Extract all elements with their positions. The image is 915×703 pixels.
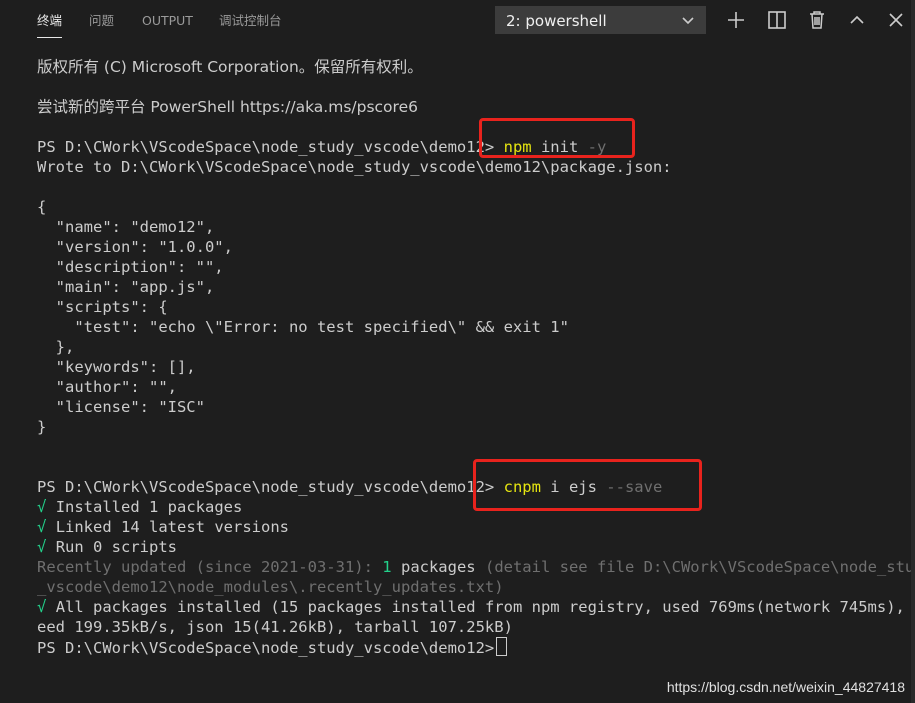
pscore-hint-text: 尝试新的跨平台 PowerShell https://aka.ms/pscore… [37,98,418,116]
run-scripts-line: √ Run 0 scripts [37,537,177,557]
recently-updated-text: Recently updated (since 2021-03-31): [37,558,373,576]
prompt-text: PS D:\CWork\VScodeSpace\node_study_vscod… [37,478,495,496]
linked-text: Linked 14 latest versions [55,518,289,536]
terminal-selector[interactable]: 2: powershell [495,6,706,34]
installed-line: √ Installed 1 packages [37,497,242,517]
prompt-text: PS D:\CWork\VScodeSpace\node_study_vscod… [37,639,495,657]
json-line: "main": "app.js", [37,278,215,296]
copyright-line: 版权所有 (C) Microsoft Corporation。保留所有权利。 [37,58,423,76]
terminal-cursor [496,637,508,656]
recent-detail: (detail see file D:\CWork\VScodeSpace\no… [484,558,915,576]
chevron-up-icon[interactable] [845,8,869,32]
close-icon[interactable] [884,8,908,32]
json-line: { [37,198,47,216]
terminal-selector-value: 2: powershell [506,12,607,30]
json-line: "version": "1.0.0", [37,238,233,256]
tab-terminal[interactable]: 终端 [37,12,63,38]
scrollbar[interactable] [911,0,915,703]
check-icon: √ [37,598,47,616]
recently-updated-path: _vscode\demo12\node_modules\.recently_up… [37,578,504,596]
check-icon: √ [37,518,47,536]
json-line: }, [37,338,75,356]
linked-line: √ Linked 14 latest versions [37,517,289,537]
prompt-text: PS D:\CWork\VScodeSpace\node_study_vscod… [37,138,495,156]
json-line: "keywords": [], [37,358,196,376]
json-line: "description": "", [37,258,224,276]
recent-count: 1 [382,558,392,576]
json-line: "scripts": { [37,298,168,316]
wrote-line: Wrote to D:\CWork\VScodeSpace\node_study… [37,158,672,176]
installed-text: Installed 1 packages [55,498,243,516]
check-icon: √ [37,538,47,556]
tab-problems[interactable]: 问题 [89,12,114,32]
watermark: https://blog.csdn.net/weixin_44827418 [666,679,905,695]
recent-packages: packages [400,558,476,576]
all-installed-text: All packages installed (15 packages inst… [55,598,915,616]
tab-output[interactable]: OUTPUT [142,12,193,32]
all-installed-line: √ All packages installed (15 packages in… [37,597,915,617]
pscore-hint-line: 尝试新的跨平台 PowerShell https://aka.ms/pscore… [37,97,418,117]
tab-debug-console[interactable]: 调试控制台 [219,12,282,32]
check-icon: √ [37,498,47,516]
json-line: } [37,418,47,436]
json-line: "test": "echo \"Error: no test specified… [37,318,569,336]
run-scripts-text: Run 0 scripts [55,538,178,556]
terminal-output[interactable]: 版权所有 (C) Microsoft Corporation。保留所有权利。 尝… [0,42,915,662]
json-line: "license": "ISC" [37,398,205,416]
panel-tab-bar: 终端 问题 OUTPUT 调试控制台 2: powershell [0,0,915,42]
chevron-down-icon [681,7,695,35]
highlight-box-npm-init [479,118,635,158]
all-installed-continued: eed 199.35kB/s, json 15(41.26kB), tarbal… [37,618,513,636]
split-icon[interactable] [765,8,789,32]
plus-icon[interactable] [724,8,748,32]
trash-icon[interactable] [805,8,829,32]
highlight-box-cnpm-install [473,459,702,511]
prompt-line-3: PS D:\CWork\VScodeSpace\node_study_vscod… [37,637,508,657]
json-line: "author": "", [37,378,177,396]
recently-updated-line: Recently updated (since 2021-03-31): 1 p… [37,557,915,577]
json-line: "name": "demo12", [37,218,215,236]
